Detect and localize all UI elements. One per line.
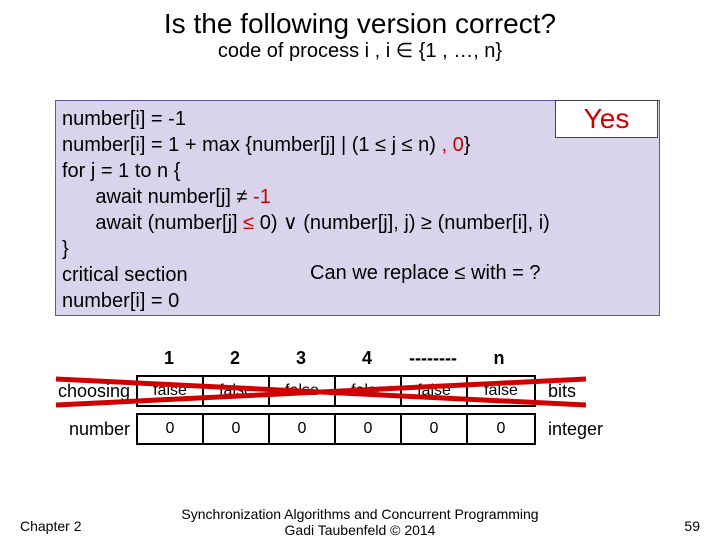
choosing-row: choosing false false false false false f… xyxy=(46,375,674,407)
code-line-5c: 0) ∨ (number[j], j) ≥ (number[i], i) xyxy=(254,212,550,234)
number-cell: 0 xyxy=(138,415,204,443)
header-4: 4 xyxy=(334,348,400,369)
header-dots: -------- xyxy=(400,348,466,369)
footer-center: Synchronization Algorithms and Concurren… xyxy=(0,506,720,538)
header-2: 2 xyxy=(202,348,268,369)
choosing-label: choosing xyxy=(46,381,136,402)
replace-question: Can we replace ≤ with = ? xyxy=(310,262,541,285)
array-area: 1 2 3 4 -------- n choosing false false … xyxy=(46,348,674,445)
number-cell: 0 xyxy=(270,415,336,443)
code-line-2a: number[i] = 1 + max {number[j] | (1 ≤ j … xyxy=(62,134,436,156)
number-cells: 0 0 0 0 0 0 xyxy=(136,413,536,445)
choosing-type: bits xyxy=(548,381,576,402)
code-line-4a: await number[j] ≠ xyxy=(62,186,253,208)
footer-line2: Gadi Taubenfeld © 2014 xyxy=(285,522,436,538)
header-n: n xyxy=(466,348,532,369)
number-label: number xyxy=(46,419,136,440)
footer-page: 59 xyxy=(684,518,700,534)
choosing-cell: false xyxy=(270,377,336,405)
header-3: 3 xyxy=(268,348,334,369)
header-1: 1 xyxy=(136,348,202,369)
code-line-8: number[i] = 0 xyxy=(62,290,179,312)
slide-subtitle: code of process i , i ∈ {1 , …, n} xyxy=(0,38,720,63)
number-type: integer xyxy=(548,419,603,440)
choosing-cell: false xyxy=(402,377,468,405)
code-line-2b: , 0 xyxy=(436,134,464,156)
choosing-cell: false xyxy=(204,377,270,405)
array-headers: 1 2 3 4 -------- n xyxy=(136,348,674,369)
code-line-3: for j = 1 to n { xyxy=(62,160,180,182)
number-cell: 0 xyxy=(204,415,270,443)
number-cell: 0 xyxy=(336,415,402,443)
code-line-1: number[i] = -1 xyxy=(62,108,186,130)
answer-box: Yes xyxy=(555,100,658,138)
choosing-cell: false xyxy=(336,377,402,405)
code-line-2c: } xyxy=(464,134,471,156)
number-row: number 0 0 0 0 0 0 integer xyxy=(46,413,674,445)
code-line-5a: await (number[j] xyxy=(62,212,243,234)
number-cell: 0 xyxy=(402,415,468,443)
choosing-cells: false false false false false false xyxy=(136,375,536,407)
code-line-5b: ≤ xyxy=(243,212,254,234)
number-cell: 0 xyxy=(468,415,534,443)
code-line-6: } xyxy=(62,238,69,260)
footer-line1: Synchronization Algorithms and Concurren… xyxy=(181,506,538,522)
choosing-cell: false xyxy=(468,377,534,405)
choosing-cell: false xyxy=(138,377,204,405)
code-line-4b: -1 xyxy=(253,186,271,208)
slide-title: Is the following version correct? xyxy=(0,8,720,40)
code-line-7: critical section xyxy=(62,264,188,286)
